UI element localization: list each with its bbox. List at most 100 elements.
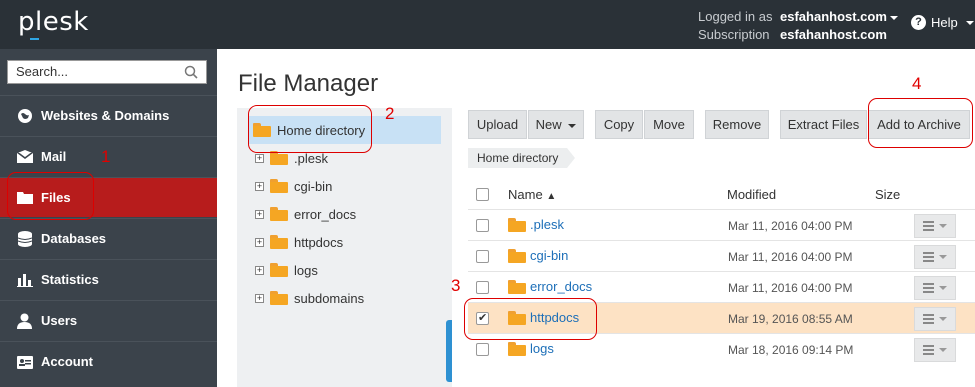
- chevron-down-icon: [939, 255, 947, 259]
- folder-icon: [270, 235, 288, 249]
- move-button[interactable]: Move: [644, 110, 694, 139]
- expand-icon[interactable]: +: [255, 209, 264, 219]
- column-name[interactable]: Name ▲: [508, 187, 556, 202]
- select-all-checkbox[interactable]: [476, 188, 489, 201]
- tree-item[interactable]: + logs: [255, 260, 318, 280]
- column-modified[interactable]: Modified: [727, 187, 776, 202]
- chevron-down-icon: [568, 123, 577, 128]
- tree-item[interactable]: + cgi-bin: [255, 176, 332, 196]
- folder-icon: [270, 179, 288, 193]
- tree-item[interactable]: + httpdocs: [255, 232, 343, 252]
- login-info: Logged in as esfahanhost.com Subscription…: [698, 8, 898, 44]
- file-link[interactable]: logs: [508, 341, 554, 356]
- menu-icon: [923, 283, 934, 293]
- sidebar-item-label: Account: [41, 354, 93, 369]
- chevron-down-icon: [939, 224, 947, 228]
- file-name: error_docs: [530, 279, 593, 294]
- search-icon[interactable]: [184, 65, 198, 79]
- search-placeholder: Search...: [16, 64, 69, 79]
- row-menu-button[interactable]: [914, 276, 956, 300]
- modified-date: Mar 11, 2016 04:00 PM: [728, 250, 853, 264]
- file-link[interactable]: .plesk: [508, 217, 564, 232]
- file-link[interactable]: cgi-bin: [508, 248, 568, 263]
- annotation-number: 2: [385, 104, 395, 123]
- chevron-down-icon: [939, 348, 947, 352]
- sidebar-item-users[interactable]: Users: [0, 300, 217, 340]
- folder-icon: [508, 279, 526, 294]
- row-menu-button[interactable]: [914, 245, 956, 269]
- folder-icon: [508, 341, 526, 356]
- folder-icon: [270, 151, 288, 165]
- folder-icon: [508, 248, 526, 263]
- help-label: Help: [931, 15, 958, 30]
- tree-item-label: error_docs: [294, 206, 357, 222]
- top-bar: plesk Logged in as esfahanhost.com Subscr…: [0, 0, 975, 49]
- sidebar-item-statistics[interactable]: Statistics: [0, 259, 217, 299]
- folder-icon: [270, 291, 288, 305]
- row-checkbox[interactable]: [476, 343, 489, 356]
- sidebar-item-websites-domains[interactable]: Websites & Domains: [0, 95, 217, 135]
- plesk-logo[interactable]: plesk: [18, 7, 89, 37]
- expand-icon[interactable]: +: [255, 181, 264, 191]
- annotation-number: 1: [101, 147, 111, 166]
- sidebar-item-label: Users: [41, 313, 78, 328]
- expand-icon[interactable]: +: [255, 293, 264, 303]
- search-input[interactable]: Search...: [7, 60, 207, 84]
- annotation-number: 3: [451, 276, 461, 295]
- menu-icon: [923, 345, 934, 355]
- row-checkbox[interactable]: [476, 219, 489, 232]
- file-name: .plesk: [530, 217, 564, 232]
- id-card-icon: [16, 353, 33, 370]
- row-checkbox[interactable]: [476, 281, 489, 294]
- sidebar-item-databases[interactable]: Databases: [0, 218, 217, 258]
- annotation-number: 4: [912, 74, 922, 93]
- upload-button[interactable]: Upload: [468, 110, 527, 139]
- row-menu-button[interactable]: [914, 307, 956, 331]
- row-menu-button[interactable]: [914, 338, 956, 362]
- help-menu[interactable]: ? Help: [911, 15, 974, 30]
- page-title: File Manager: [238, 70, 379, 97]
- column-name-label: Name: [508, 187, 543, 202]
- collapse-tree-handle[interactable]: [446, 320, 452, 382]
- expand-icon[interactable]: +: [255, 153, 264, 163]
- logo-accent: [30, 38, 39, 40]
- subscription-value[interactable]: esfahanhost.com: [780, 27, 887, 42]
- expand-icon[interactable]: +: [255, 237, 264, 247]
- row-menu-button[interactable]: [914, 214, 956, 238]
- copy-button[interactable]: Copy: [595, 110, 643, 139]
- chevron-down-icon: [965, 20, 974, 25]
- tree-item-label: logs: [294, 262, 318, 278]
- sidebar-item-label: Statistics: [41, 272, 99, 287]
- table-row[interactable]: .plesk Mar 11, 2016 04:00 PM: [468, 209, 975, 240]
- chevron-down-icon[interactable]: [889, 15, 898, 20]
- logged-in-user[interactable]: esfahanhost.com: [780, 9, 887, 24]
- user-icon: [16, 312, 33, 329]
- extract-files-button[interactable]: Extract Files: [780, 110, 867, 139]
- logged-in-label: Logged in as: [698, 9, 773, 24]
- new-button[interactable]: New: [528, 110, 584, 139]
- file-link[interactable]: error_docs: [508, 279, 592, 294]
- sidebar-item-account[interactable]: Account: [0, 341, 217, 381]
- question-icon: ?: [911, 15, 926, 30]
- tree-item-label: cgi-bin: [294, 178, 333, 194]
- globe-icon: [16, 107, 33, 124]
- folder-icon: [270, 207, 288, 221]
- tree-item[interactable]: + error_docs: [255, 204, 356, 224]
- expand-icon[interactable]: +: [255, 265, 264, 275]
- modified-date: Mar 11, 2016 04:00 PM: [728, 281, 853, 295]
- breadcrumb[interactable]: Home directory: [468, 148, 576, 168]
- sidebar-item-label: Databases: [41, 231, 107, 246]
- sort-ascending-icon: ▲: [546, 191, 557, 202]
- folder-icon: [508, 217, 526, 232]
- column-size[interactable]: Size: [875, 187, 900, 202]
- remove-button[interactable]: Remove: [705, 110, 769, 139]
- annotation-box-files: [7, 172, 94, 220]
- menu-icon: [923, 221, 934, 231]
- folder-icon: [270, 263, 288, 277]
- table-row[interactable]: cgi-bin Mar 11, 2016 04:00 PM: [468, 240, 975, 271]
- tree-item[interactable]: + subdomains: [255, 288, 364, 308]
- row-checkbox[interactable]: [476, 250, 489, 263]
- database-icon: [16, 230, 33, 247]
- tree-item-label: httpdocs: [294, 234, 344, 250]
- annotation-box-httpdocs: [464, 298, 597, 340]
